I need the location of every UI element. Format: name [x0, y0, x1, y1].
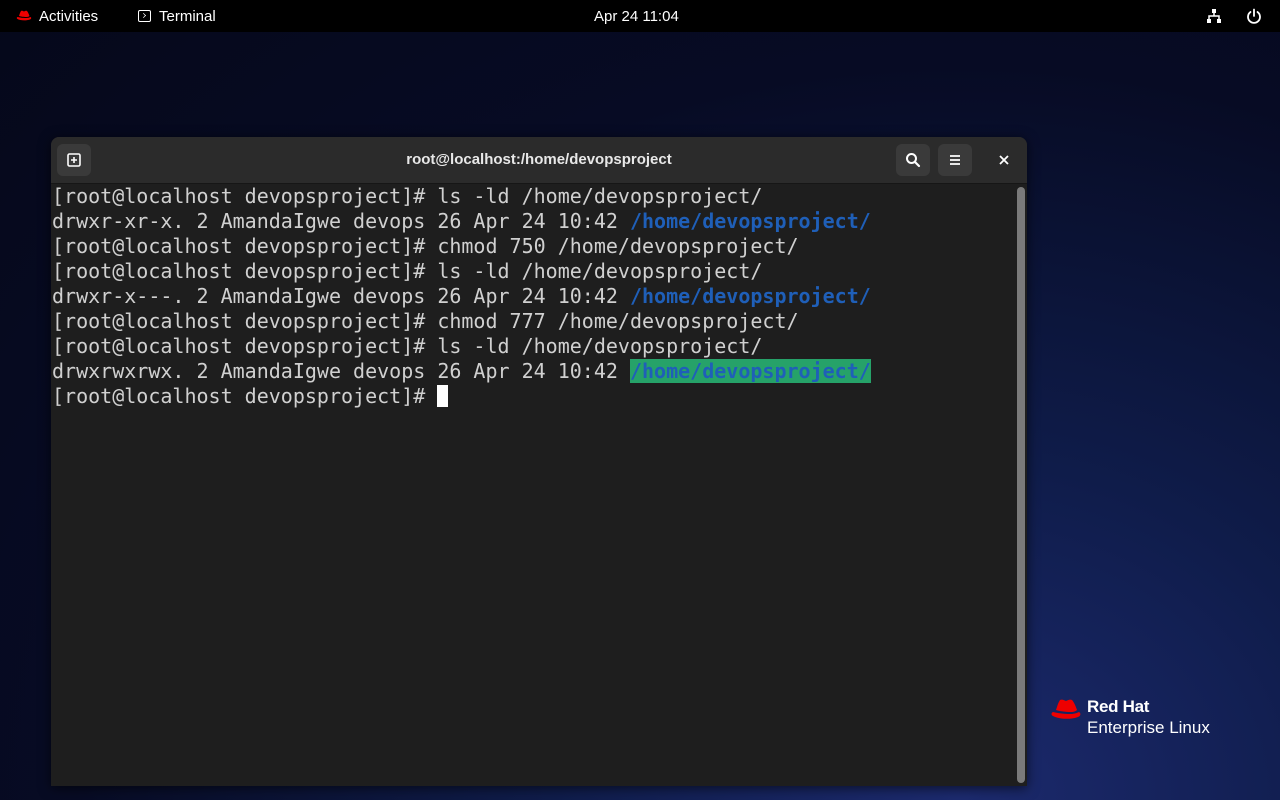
- redhat-logo: Red Hat Enterprise Linux: [1049, 697, 1229, 741]
- scrollbar-thumb[interactable]: [1017, 187, 1025, 783]
- new-tab-button[interactable]: [57, 144, 91, 176]
- terminal-line: [root@localhost devopsproject]# ls -ld /…: [52, 259, 763, 283]
- logo-line-2: Enterprise Linux: [1087, 718, 1210, 737]
- network-icon-svg: [1207, 9, 1221, 23]
- terminal-line: [root@localhost devopsproject]# ls -ld /…: [52, 334, 763, 358]
- activities-label: Activities: [39, 7, 99, 25]
- terminal-window: root@localhost:/home/devopsproject [root…: [51, 137, 1027, 786]
- prompt-text: [root@localhost devopsproject]#: [52, 384, 438, 408]
- terminal-line: drwxr-x---. 2 AmandaIgwe devops 26 Apr 2…: [52, 284, 1012, 309]
- terminal-output[interactable]: [root@localhost devopsproject]# ls -ld /…: [52, 184, 1012, 786]
- network-icon[interactable]: [1206, 0, 1222, 32]
- window-headerbar: root@localhost:/home/devopsproject: [51, 137, 1027, 184]
- activities-button[interactable]: Activities: [16, 0, 98, 32]
- directory-path-world-writable: /home/devopsproject/: [629, 359, 871, 383]
- ls-output-text: drwxr-x---. 2 AmandaIgwe devops 26 Apr 2…: [52, 284, 630, 308]
- search-icon: [906, 153, 921, 168]
- window-title: root@localhost:/home/devopsproject: [406, 151, 672, 168]
- terminal-icon: [138, 10, 151, 22]
- terminal-line: [root@localhost devopsproject]# chmod 77…: [52, 309, 799, 333]
- menu-button[interactable]: [938, 144, 972, 176]
- redhat-icon: [16, 10, 32, 20]
- logo-line-1: Red Hat: [1087, 697, 1150, 716]
- ls-output-text: drwxr-xr-x. 2 AmandaIgwe devops 26 Apr 2…: [52, 209, 630, 233]
- hamburger-menu-icon: [950, 155, 960, 165]
- terminal-line: drwxr-xr-x. 2 AmandaIgwe devops 26 Apr 2…: [52, 209, 1012, 234]
- power-icon[interactable]: [1246, 0, 1262, 32]
- top-bar: Activities Terminal Apr 24 11:04: [0, 0, 1280, 32]
- terminal-line: drwxrwxrwx. 2 AmandaIgwe devops 26 Apr 2…: [52, 359, 1012, 384]
- terminal-line: [root@localhost devopsproject]# ls -ld /…: [52, 184, 763, 208]
- redhat-icon: [1051, 699, 1081, 719]
- terminal-prompt-line: [root@localhost devopsproject]#: [52, 384, 1012, 409]
- ls-output-text: drwxrwxrwx. 2 AmandaIgwe devops 26 Apr 2…: [52, 359, 630, 383]
- search-button[interactable]: [896, 144, 930, 176]
- clock[interactable]: Apr 24 11:04: [594, 0, 679, 32]
- close-button[interactable]: [987, 144, 1021, 176]
- close-icon: [999, 155, 1009, 165]
- directory-path: /home/devopsproject/: [629, 209, 871, 233]
- scrollbar[interactable]: [1014, 184, 1027, 786]
- power-icon-svg: [1247, 8, 1261, 24]
- directory-path: /home/devopsproject/: [629, 284, 871, 308]
- app-menu-terminal[interactable]: Terminal: [138, 0, 216, 32]
- terminal-line: [root@localhost devopsproject]# chmod 75…: [52, 234, 799, 258]
- new-tab-icon: [67, 153, 81, 167]
- app-menu-label: Terminal: [159, 7, 216, 25]
- text-cursor: [437, 385, 449, 407]
